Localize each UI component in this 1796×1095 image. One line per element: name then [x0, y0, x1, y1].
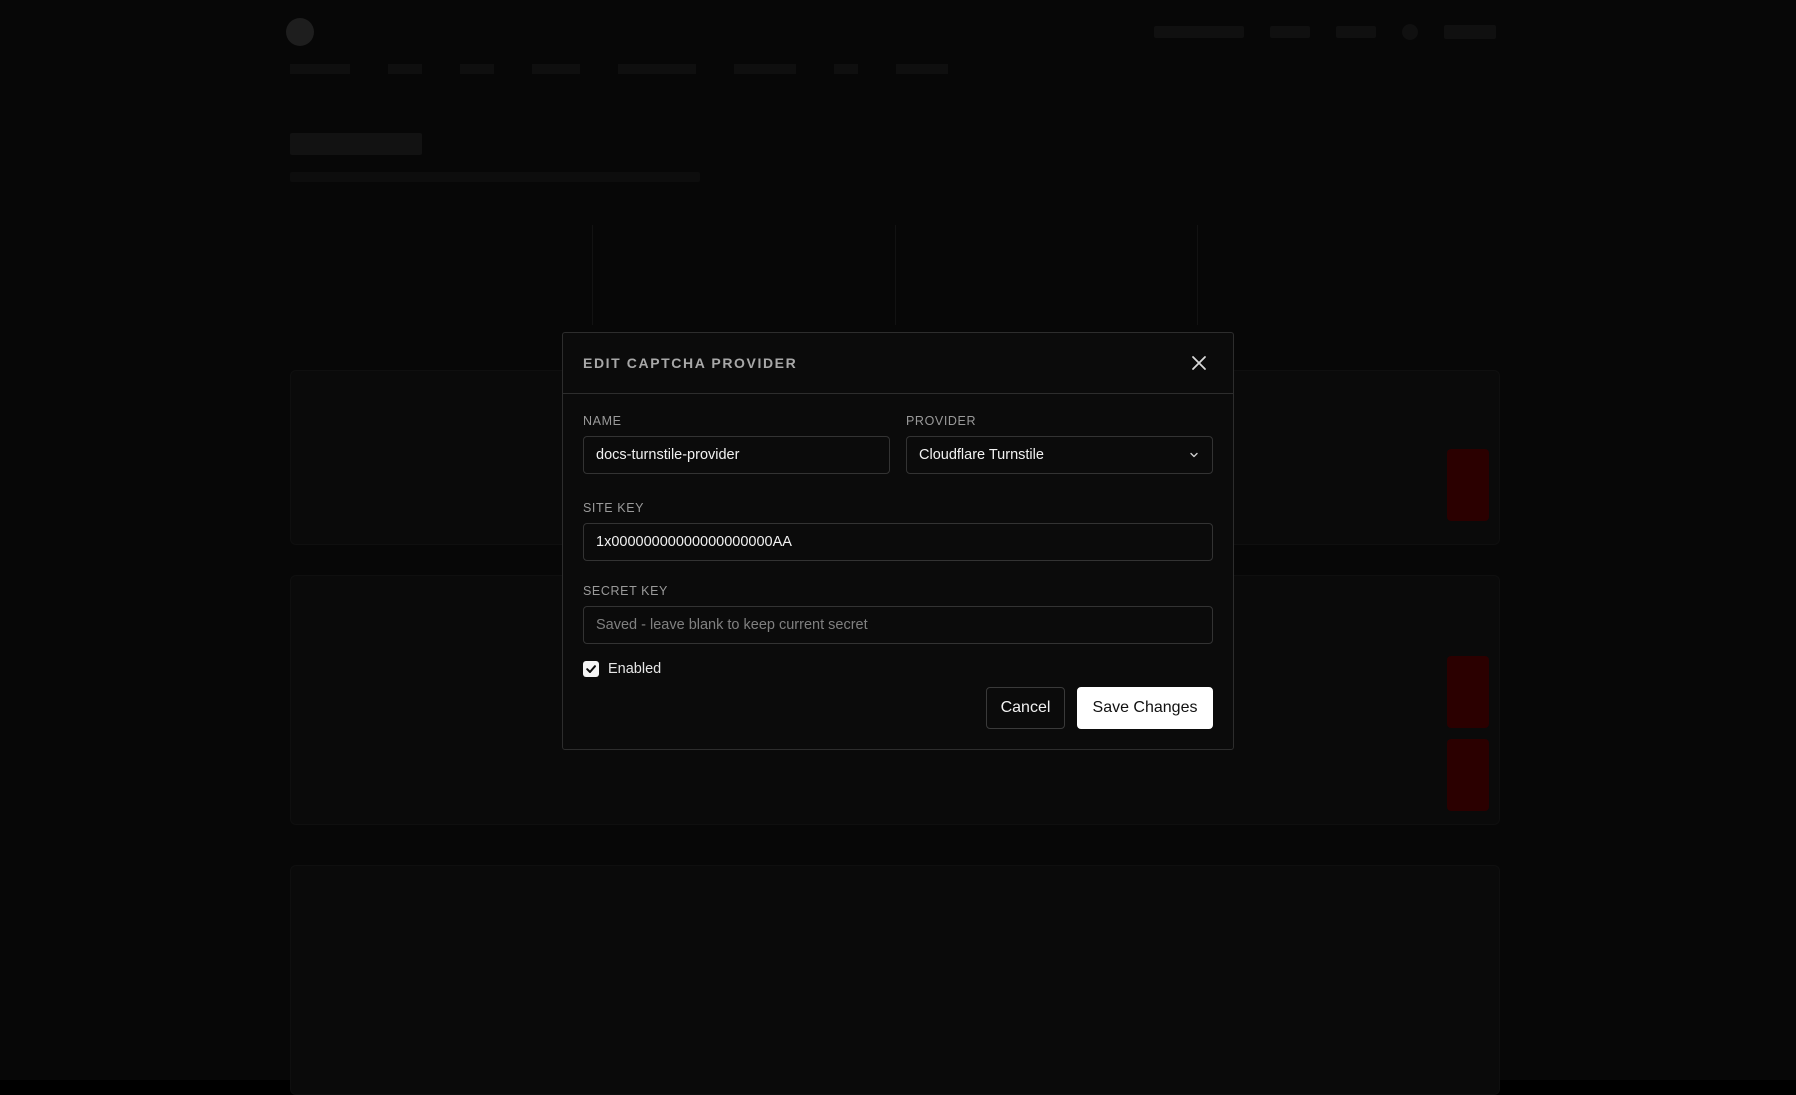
name-input[interactable] — [583, 436, 890, 474]
provider-label: PROVIDER — [906, 414, 977, 428]
save-changes-button[interactable]: Save Changes — [1077, 687, 1213, 729]
secret-key-label: SECRET KEY — [583, 584, 668, 598]
dialog-header: EDIT CAPTCHA PROVIDER — [563, 333, 1233, 394]
dialog-body: NAME PROVIDER Cloudflare Turnstile SITE … — [563, 394, 1233, 729]
name-label: NAME — [583, 414, 622, 428]
enabled-row: Enabled — [583, 661, 1213, 677]
name-provider-row: NAME PROVIDER Cloudflare Turnstile — [583, 414, 1213, 474]
site-key-field-group: SITE KEY — [583, 501, 1213, 561]
app-logo — [286, 18, 314, 46]
close-icon — [1192, 356, 1206, 370]
dialog-title: EDIT CAPTCHA PROVIDER — [583, 355, 798, 371]
provider-select[interactable]: Cloudflare Turnstile — [906, 436, 1213, 474]
enabled-checkbox[interactable] — [583, 661, 599, 677]
close-button[interactable] — [1185, 349, 1213, 377]
name-field-group: NAME — [583, 414, 890, 474]
background-panel-3 — [290, 865, 1500, 1095]
background-nav — [290, 64, 948, 74]
dialog-actions: Cancel Save Changes — [986, 687, 1213, 729]
provider-selected-value: Cloudflare Turnstile — [919, 447, 1044, 463]
secret-key-field-group: SECRET KEY — [583, 584, 1213, 644]
header-actions — [1154, 24, 1496, 40]
check-icon — [586, 665, 596, 673]
background-stats — [290, 225, 1500, 325]
chevron-down-icon — [1188, 449, 1200, 461]
site-key-input[interactable] — [583, 523, 1213, 561]
enabled-label: Enabled — [608, 661, 662, 677]
cancel-button[interactable]: Cancel — [986, 687, 1065, 729]
secret-key-input[interactable] — [583, 606, 1213, 644]
site-key-label: SITE KEY — [583, 501, 645, 515]
background-header — [286, 14, 1496, 50]
provider-field-group: PROVIDER Cloudflare Turnstile — [906, 414, 1213, 474]
edit-captcha-provider-dialog: EDIT CAPTCHA PROVIDER NAME PROVIDER Clou… — [562, 332, 1234, 750]
